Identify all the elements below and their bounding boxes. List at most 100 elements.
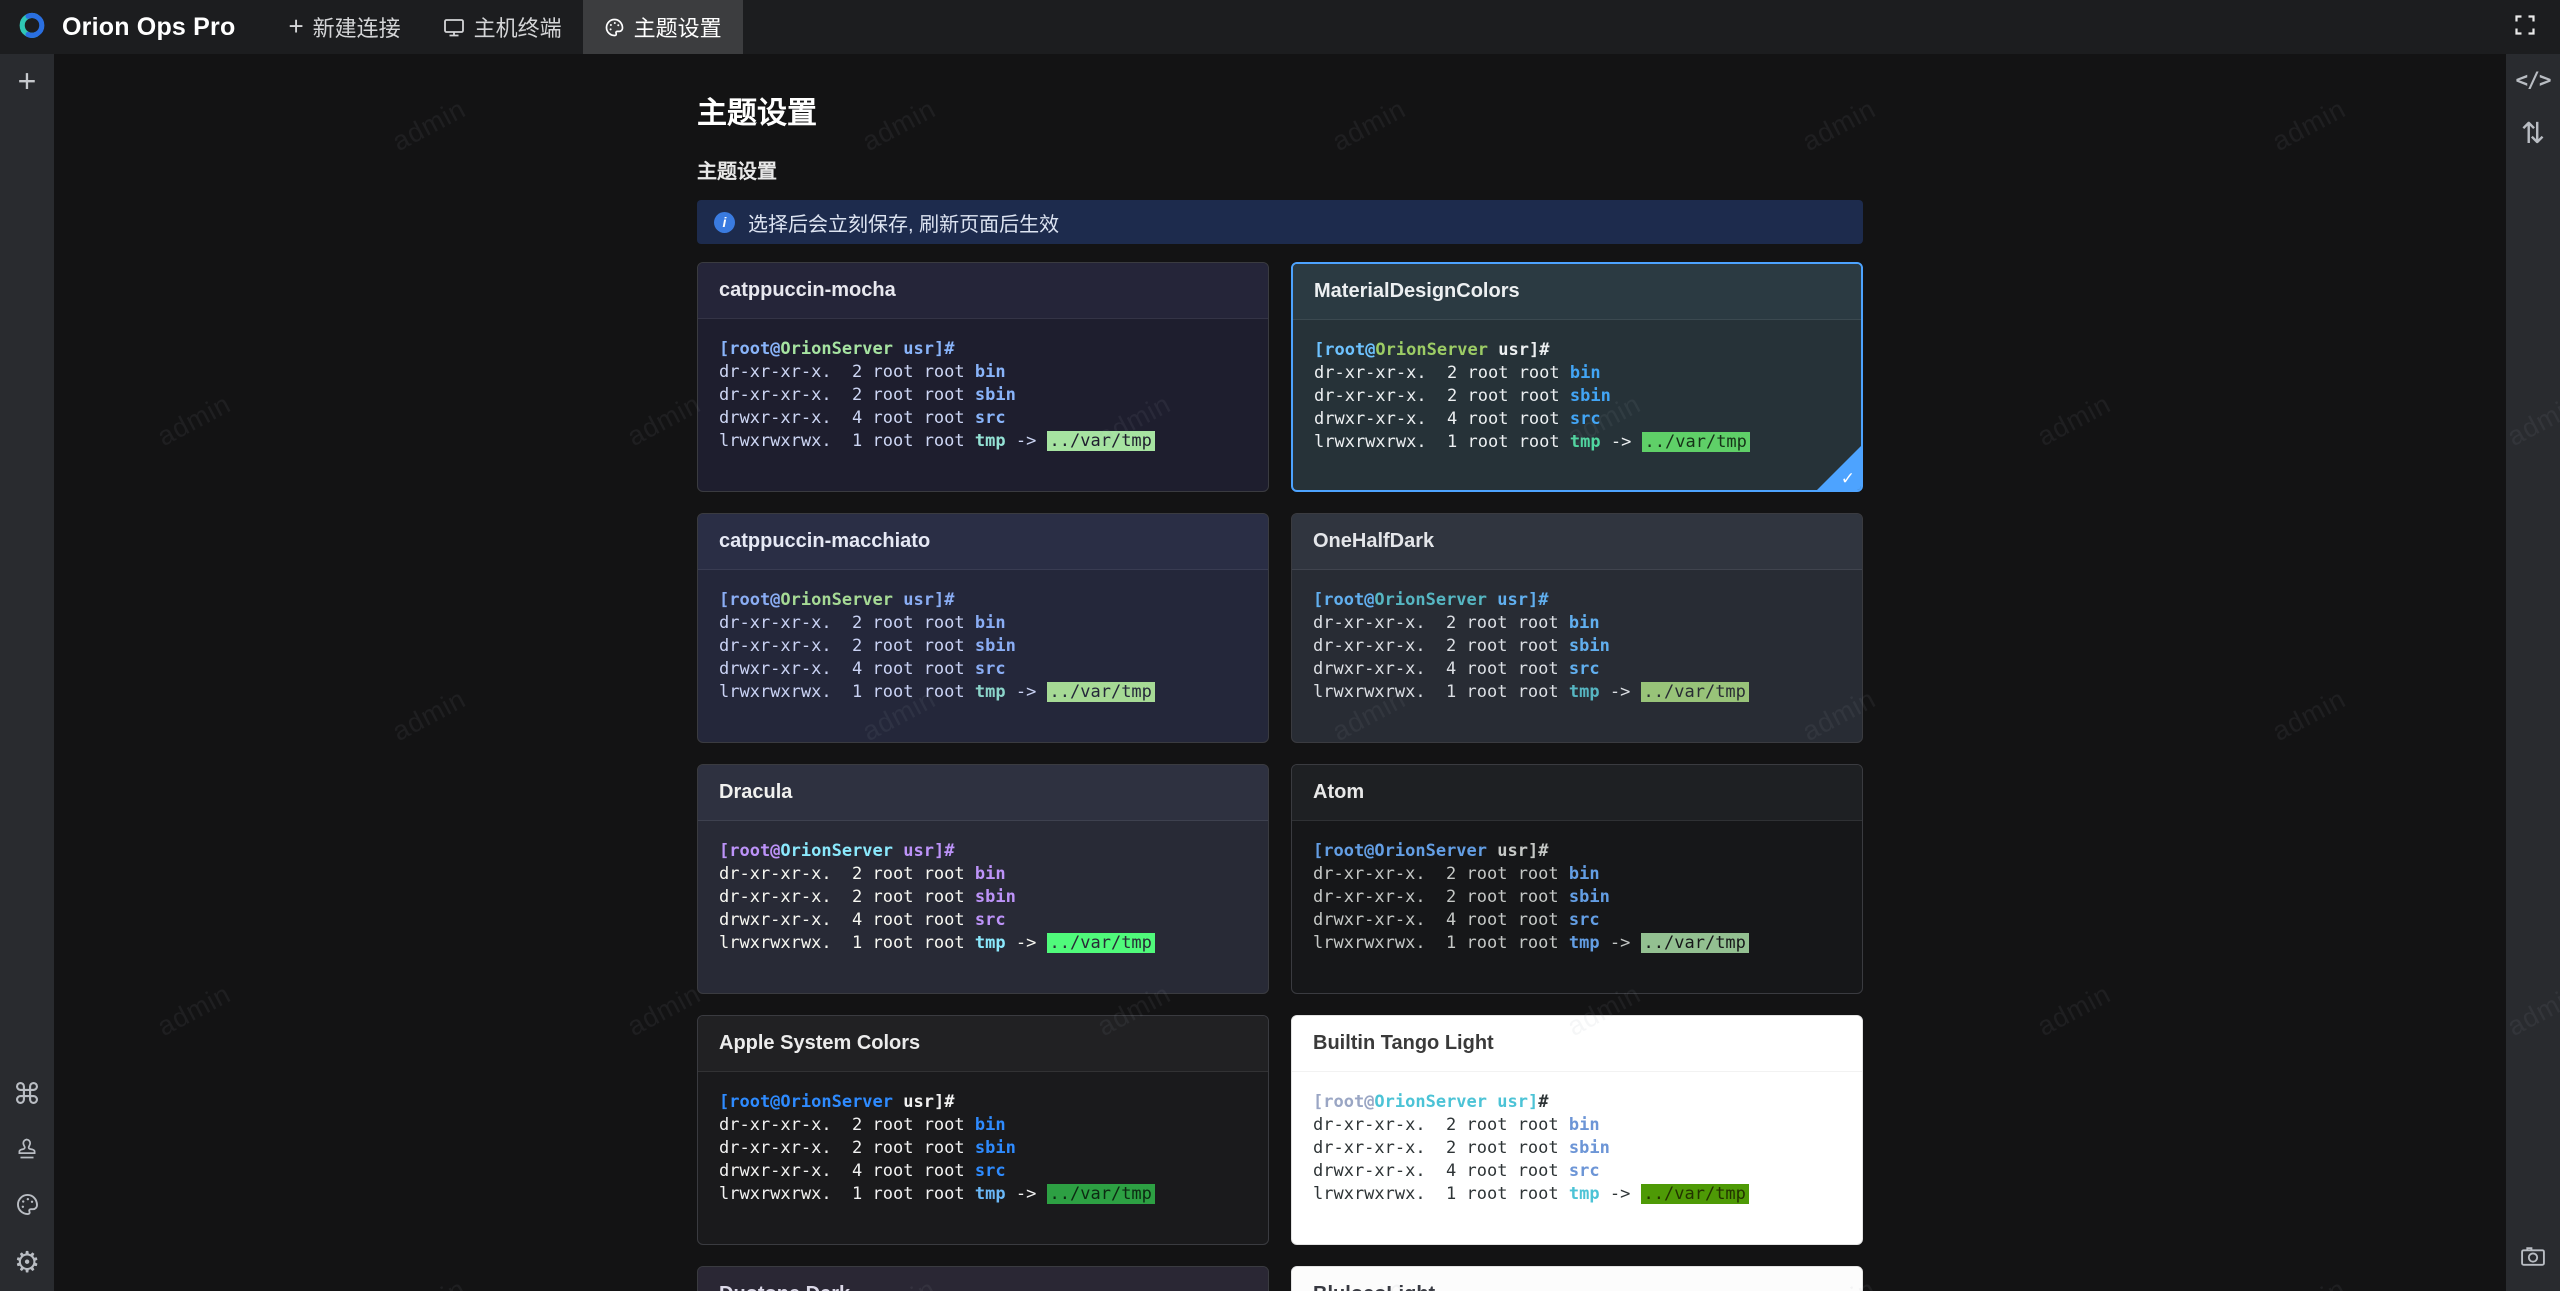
terminal-prompt-line: [root@OrionServer usr]# (719, 338, 1247, 361)
terminal-line: drwxr-xr-x. 4 root root src (1313, 1160, 1841, 1183)
settings-button[interactable]: ⚙ (0, 1235, 54, 1291)
main-content: 主题设置 主题设置 i 选择后会立刻保存, 刷新页面后生效 catppuccin… (54, 54, 2506, 1291)
terminal-prompt-line: [root@OrionServer usr]# (1313, 840, 1841, 863)
terminal-line: lrwxrwxrwx. 1 root root tmp -> ../var/tm… (1313, 1183, 1841, 1206)
terminal-line: dr-xr-xr-x. 2 root root bin (1313, 1114, 1841, 1137)
command-icon: ⌘ (13, 1081, 42, 1110)
screenshot-button[interactable] (2506, 1231, 2560, 1287)
plus-icon: + (18, 65, 37, 97)
theme-card-dracula[interactable]: Dracula [root@OrionServer usr]#dr-xr-xr-… (697, 764, 1269, 994)
theme-terminal-preview: [root@OrionServer usr]#dr-xr-xr-x. 2 roo… (1293, 320, 1861, 473)
terminal-prompt-line: [root@OrionServer usr]# (1314, 339, 1840, 362)
theme-settings-button[interactable] (0, 1179, 54, 1235)
notice-text: 选择后会立刻保存, 刷新页面后生效 (748, 208, 1059, 237)
theme-terminal-preview: [root@OrionServer usr]#dr-xr-xr-x. 2 roo… (1292, 570, 1862, 723)
terminal-line: dr-xr-xr-x. 2 root root bin (1313, 612, 1841, 635)
theme-card-title: MaterialDesignColors (1293, 264, 1861, 320)
theme-card-catppuccin-macchiato[interactable]: catppuccin-macchiato [root@OrionServer u… (697, 513, 1269, 743)
stamp-button[interactable] (0, 1123, 54, 1179)
camera-icon (2520, 1245, 2546, 1273)
terminal-line: dr-xr-xr-x. 2 root root bin (719, 863, 1247, 886)
terminal-line: dr-xr-xr-x. 2 root root bin (1313, 863, 1841, 886)
theme-card-onehalfdark[interactable]: OneHalfDark [root@OrionServer usr]#dr-xr… (1291, 513, 1863, 743)
add-connection-button[interactable]: + (0, 56, 54, 106)
page-title: 主题设置 (697, 96, 1863, 132)
symlink-target: ../var/tmp (1047, 1184, 1155, 1204)
tab-label: 主机终端 (474, 11, 562, 43)
symlink-target: ../var/tmp (1047, 682, 1155, 702)
theme-card-title: OneHalfDark (1292, 514, 1862, 570)
app-title: Orion Ops Pro (62, 13, 235, 42)
terminal-line: drwxr-xr-x. 4 root root src (719, 1160, 1247, 1183)
tab-theme-settings[interactable]: 主题设置 (583, 0, 743, 54)
left-sidebar: + ⌘ ⚙ (0, 54, 54, 1291)
terminal-line: drwxr-xr-x. 4 root root src (719, 658, 1247, 681)
tab-new-connection[interactable]: + 新建连接 (267, 0, 421, 54)
notice-banner: i 选择后会立刻保存, 刷新页面后生效 (697, 200, 1863, 244)
terminal-line: drwxr-xr-x. 4 root root src (719, 407, 1247, 430)
terminal-line: lrwxrwxrwx. 1 root root tmp -> ../var/tm… (719, 932, 1247, 955)
monitor-icon (443, 17, 465, 38)
theme-grid: catppuccin-mocha [root@OrionServer usr]#… (697, 262, 1863, 1291)
terminal-line: drwxr-xr-x. 4 root root src (1313, 909, 1841, 932)
theme-terminal-preview: [root@OrionServer usr]#dr-xr-xr-x. 2 roo… (698, 821, 1268, 974)
theme-card-builtin-tango-light[interactable]: Builtin Tango Light [root@OrionServer us… (1291, 1015, 1863, 1245)
terminal-line: dr-xr-xr-x. 2 root root sbin (719, 886, 1247, 909)
terminal-line: lrwxrwxrwx. 1 root root tmp -> ../var/tm… (1314, 431, 1840, 454)
symlink-target: ../var/tmp (1641, 933, 1749, 953)
theme-card-apple-system-colors[interactable]: Apple System Colors [root@OrionServer us… (697, 1015, 1269, 1245)
code-icon: </> (2516, 68, 2551, 92)
terminal-line: drwxr-xr-x. 4 root root src (719, 909, 1247, 932)
tab-bar: + 新建连接 主机终端 主题设置 (267, 0, 742, 54)
theme-terminal-preview: [root@OrionServer usr]#dr-xr-xr-x. 2 roo… (698, 319, 1268, 472)
terminal-prompt-line: [root@OrionServer usr]# (719, 840, 1247, 863)
code-view-button[interactable]: </> (2506, 54, 2560, 106)
terminal-line: dr-xr-xr-x. 2 root root bin (719, 612, 1247, 635)
palette-icon (15, 1192, 40, 1222)
fullscreen-button[interactable] (2505, 7, 2545, 47)
command-shortcut-button[interactable]: ⌘ (0, 1067, 54, 1123)
symlink-target: ../var/tmp (1047, 431, 1155, 451)
terminal-line: dr-xr-xr-x. 2 root root bin (719, 361, 1247, 384)
theme-card-title: Apple System Colors (698, 1016, 1268, 1072)
terminal-line: drwxr-xr-x. 4 root root src (1313, 658, 1841, 681)
terminal-line: dr-xr-xr-x. 2 root root sbin (1313, 635, 1841, 658)
top-bar: Orion Ops Pro + 新建连接 主机终端 (0, 0, 2560, 54)
terminal-prompt-line: [root@OrionServer usr]# (719, 589, 1247, 612)
stamp-icon (15, 1136, 39, 1166)
terminal-line: dr-xr-xr-x. 2 root root sbin (1313, 1137, 1841, 1160)
theme-card-blulocolight[interactable]: BlulocoLight [root@OrionServer usr]#dr-x… (1291, 1266, 1863, 1291)
terminal-line: dr-xr-xr-x. 2 root root bin (1314, 362, 1840, 385)
theme-card-title: Builtin Tango Light (1292, 1016, 1862, 1072)
theme-card-duotone-dark[interactable]: Duotone Dark [root@OrionServer usr]#dr-x… (697, 1266, 1269, 1291)
terminal-line: dr-xr-xr-x. 2 root root bin (719, 1114, 1247, 1137)
terminal-line: lrwxrwxrwx. 1 root root tmp -> ../var/tm… (719, 1183, 1247, 1206)
sort-button[interactable]: ⇅ (2506, 106, 2560, 162)
section-title: 主题设置 (697, 160, 1863, 184)
terminal-line: dr-xr-xr-x. 2 root root sbin (1313, 886, 1841, 909)
tab-label: 主题设置 (634, 11, 722, 43)
terminal-line: dr-xr-xr-x. 2 root root sbin (719, 635, 1247, 658)
terminal-prompt-line: [root@OrionServer usr]# (719, 1091, 1247, 1114)
theme-card-materialdesigncolors[interactable]: MaterialDesignColors [root@OrionServer u… (1291, 262, 1863, 492)
theme-card-atom[interactable]: Atom [root@OrionServer usr]#dr-xr-xr-x. … (1291, 764, 1863, 994)
terminal-line: dr-xr-xr-x. 2 root root sbin (1314, 385, 1840, 408)
theme-card-title: Dracula (698, 765, 1268, 821)
theme-card-catppuccin-mocha[interactable]: catppuccin-mocha [root@OrionServer usr]#… (697, 262, 1269, 492)
theme-terminal-preview: [root@OrionServer usr]#dr-xr-xr-x. 2 roo… (1292, 1072, 1862, 1225)
palette-icon (604, 17, 625, 38)
theme-terminal-preview: [root@OrionServer usr]#dr-xr-xr-x. 2 roo… (698, 570, 1268, 723)
orion-logo-icon (13, 9, 51, 46)
theme-card-title: catppuccin-macchiato (698, 514, 1268, 570)
selected-corner-badge (1816, 445, 1862, 491)
terminal-line: lrwxrwxrwx. 1 root root tmp -> ../var/tm… (719, 681, 1247, 704)
gear-icon: ⚙ (14, 1249, 40, 1278)
info-icon: i (714, 212, 735, 233)
tab-host-terminal[interactable]: 主机终端 (422, 0, 583, 54)
terminal-prompt-line: [root@OrionServer usr]# (1313, 589, 1841, 612)
plus-icon: + (288, 13, 303, 39)
theme-card-title: Atom (1292, 765, 1862, 821)
symlink-target: ../var/tmp (1642, 432, 1750, 452)
sort-arrows-icon: ⇅ (2521, 120, 2545, 149)
symlink-target: ../var/tmp (1047, 933, 1155, 953)
